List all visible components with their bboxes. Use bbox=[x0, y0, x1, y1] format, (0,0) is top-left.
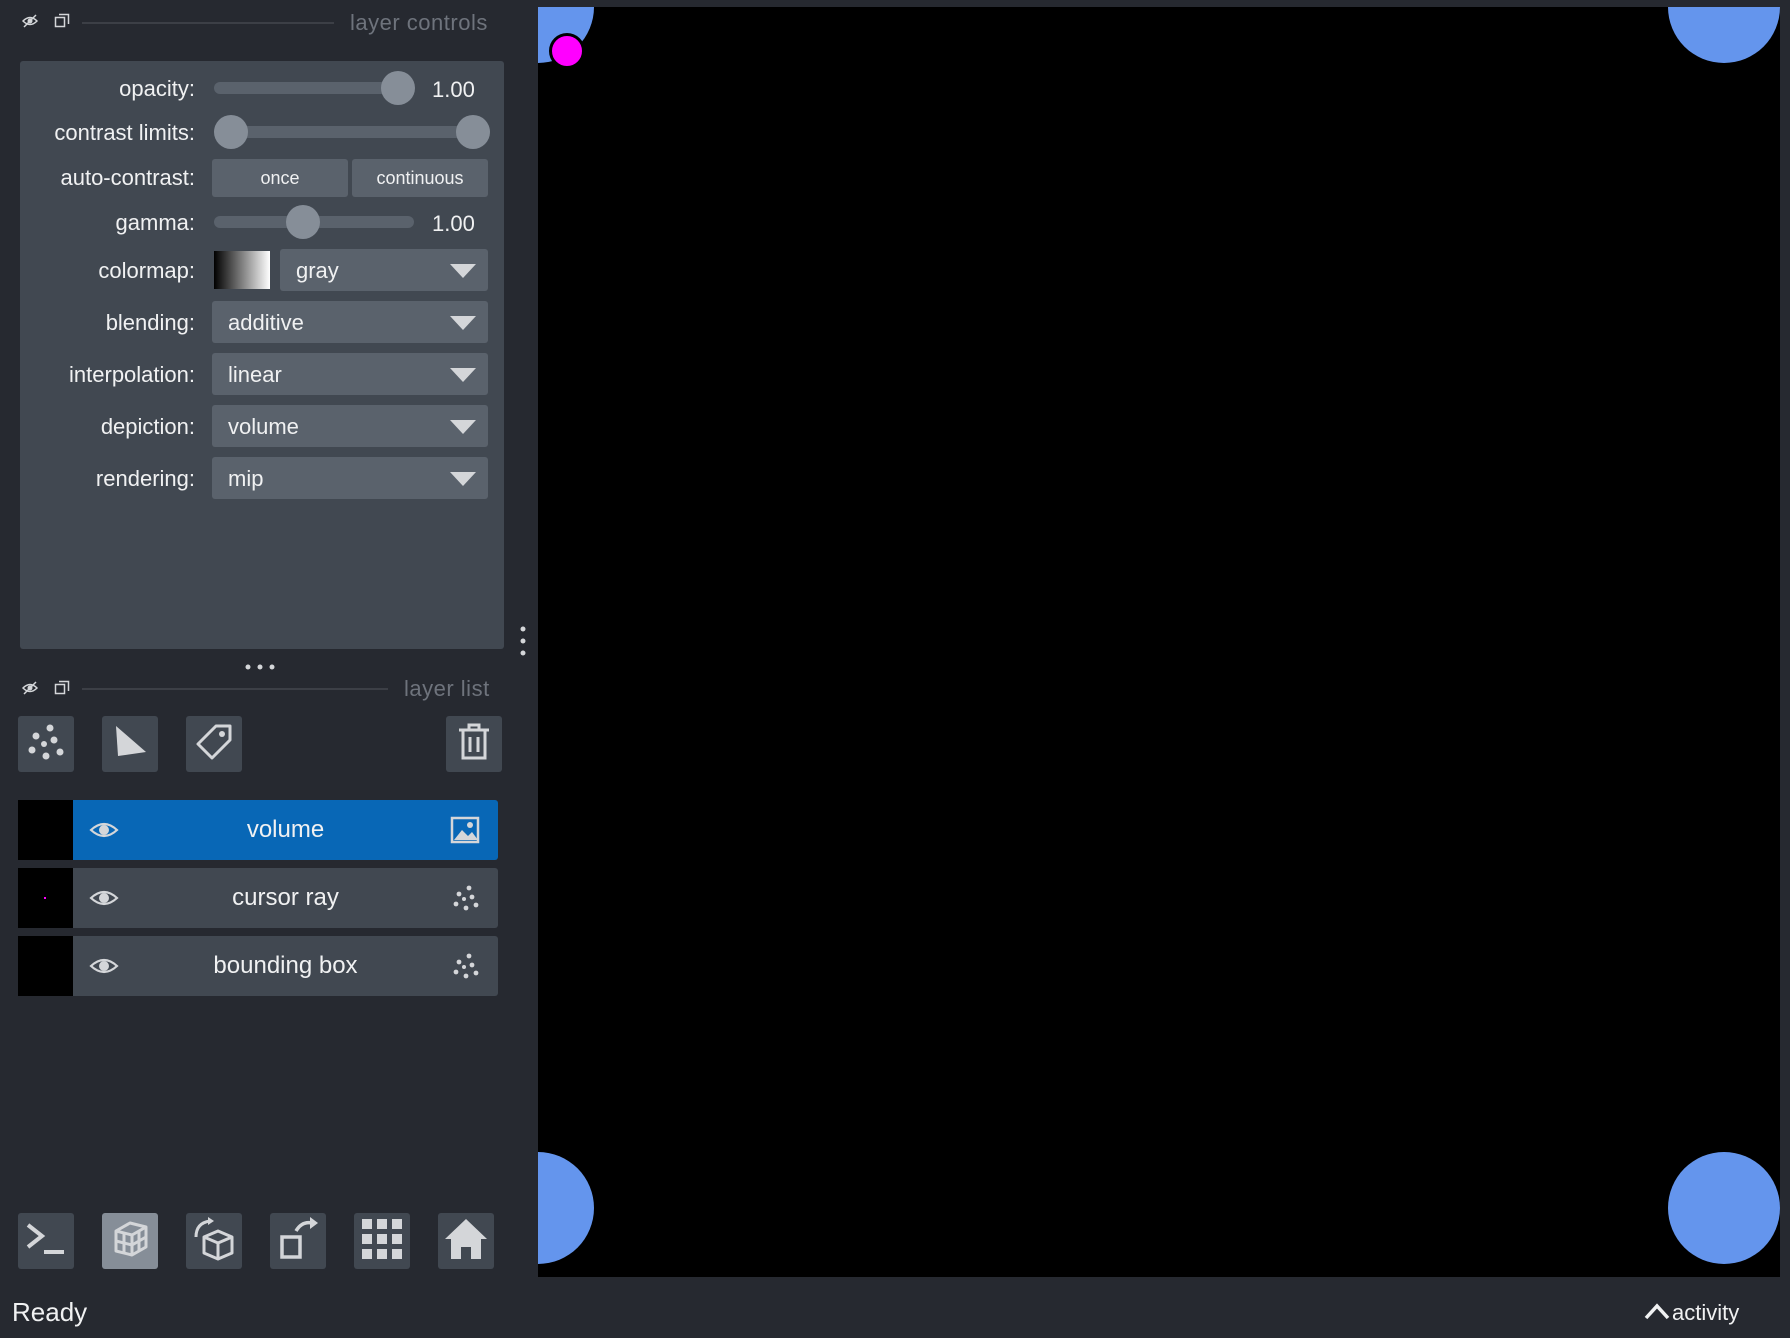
layer-row-bounding-box[interactable]: bounding box bbox=[18, 936, 498, 996]
chevron-down-icon bbox=[450, 264, 476, 278]
layer-row-cursor-ray[interactable]: cursor ray bbox=[18, 868, 498, 928]
bounding-box-corner-point bbox=[1668, 7, 1780, 63]
ndisplay-3d-icon bbox=[108, 1217, 152, 1266]
layer-thumbnail bbox=[18, 868, 73, 928]
layer-list-title: layer list bbox=[404, 676, 490, 701]
console-icon bbox=[24, 1219, 68, 1264]
auto-contrast-continuous-button[interactable]: continuous bbox=[352, 159, 488, 197]
layer-row-volume[interactable]: volume bbox=[18, 800, 498, 860]
status-text: Ready bbox=[12, 1297, 88, 1327]
layer-thumbnail bbox=[18, 800, 73, 860]
gamma-label: gamma: bbox=[115, 210, 195, 235]
console-button[interactable] bbox=[18, 1213, 74, 1269]
new-labels-layer-button[interactable] bbox=[186, 716, 242, 772]
header-divider bbox=[82, 22, 334, 24]
float-panel-icon[interactable] bbox=[54, 680, 70, 696]
bounding-box-corner-point bbox=[538, 1152, 594, 1264]
delete-layer-icon bbox=[456, 722, 492, 767]
chevron-down-icon bbox=[450, 420, 476, 434]
activity-label: activity bbox=[1672, 1300, 1740, 1325]
header-divider bbox=[82, 688, 388, 690]
depiction-combobox[interactable]: volume bbox=[212, 405, 488, 447]
colormap-value: gray bbox=[296, 258, 339, 283]
visibility-toggle-icon[interactable] bbox=[21, 680, 39, 696]
new-shapes-layer-icon bbox=[110, 722, 150, 767]
points-icon bbox=[452, 884, 480, 917]
horizontal-splitter-handle[interactable] bbox=[519, 625, 527, 662]
rendering-value: mip bbox=[228, 466, 264, 491]
home-icon bbox=[443, 1217, 489, 1266]
points-icon bbox=[452, 952, 480, 985]
image-icon bbox=[450, 816, 480, 849]
toggle-ndisplay-button[interactable] bbox=[102, 1213, 158, 1269]
gamma-slider-handle[interactable] bbox=[286, 205, 320, 239]
contrast-low-handle[interactable] bbox=[214, 115, 248, 149]
gamma-value: 1.00 bbox=[432, 211, 475, 236]
layer-controls-title: layer controls bbox=[350, 10, 488, 35]
activity-toggle[interactable]: activity bbox=[1644, 1300, 1739, 1326]
chevron-down-icon bbox=[450, 472, 476, 486]
opacity-label: opacity: bbox=[119, 76, 195, 101]
rendering-label: rendering: bbox=[95, 466, 195, 491]
layer-name[interactable]: volume bbox=[73, 816, 498, 844]
delete-layer-button[interactable] bbox=[446, 716, 502, 772]
layer-name[interactable]: cursor ray bbox=[73, 884, 498, 912]
new-points-layer-button[interactable] bbox=[18, 716, 74, 772]
roll-dims-icon bbox=[190, 1215, 238, 1268]
blending-combobox[interactable]: additive bbox=[212, 301, 488, 343]
transpose-dimensions-button[interactable] bbox=[270, 1213, 326, 1269]
chevron-down-icon bbox=[450, 368, 476, 382]
viewer-canvas[interactable] bbox=[538, 7, 1780, 1277]
new-points-layer-icon bbox=[26, 722, 66, 767]
vertical-splitter-handle[interactable] bbox=[244, 658, 276, 676]
layer-controls-panel: opacity: 1.00 contrast limits: auto-cont… bbox=[20, 61, 504, 649]
grid-view-icon bbox=[360, 1217, 404, 1266]
colormap-combobox[interactable]: gray bbox=[280, 249, 488, 291]
depiction-value: volume bbox=[228, 414, 299, 439]
contrast-high-handle[interactable] bbox=[456, 115, 490, 149]
float-panel-icon[interactable] bbox=[54, 13, 70, 29]
transpose-dims-icon bbox=[274, 1215, 322, 1268]
blending-value: additive bbox=[228, 310, 304, 335]
opacity-value: 1.00 bbox=[432, 77, 475, 102]
bounding-box-corner-point bbox=[1668, 1152, 1780, 1264]
colormap-label: colormap: bbox=[98, 258, 195, 283]
layer-thumbnail bbox=[18, 936, 73, 996]
roll-dimensions-button[interactable] bbox=[186, 1213, 242, 1269]
interpolation-combobox[interactable]: linear bbox=[212, 353, 488, 395]
rendering-combobox[interactable]: mip bbox=[212, 457, 488, 499]
chevron-up-icon bbox=[1644, 1300, 1670, 1326]
interpolation-label: interpolation: bbox=[69, 362, 195, 387]
blending-label: blending: bbox=[105, 310, 195, 335]
grid-view-button[interactable] bbox=[354, 1213, 410, 1269]
home-button[interactable] bbox=[438, 1213, 494, 1269]
depiction-label: depiction: bbox=[100, 414, 195, 439]
auto-contrast-label: auto-contrast: bbox=[60, 165, 195, 190]
new-shapes-layer-button[interactable] bbox=[102, 716, 158, 772]
chevron-down-icon bbox=[450, 316, 476, 330]
layer-name[interactable]: bounding box bbox=[73, 952, 498, 980]
auto-contrast-once-button[interactable]: once bbox=[212, 159, 348, 197]
interpolation-value: linear bbox=[228, 362, 282, 387]
colormap-preview bbox=[214, 251, 270, 289]
opacity-slider-handle[interactable] bbox=[381, 71, 415, 105]
visibility-toggle-icon[interactable] bbox=[21, 13, 39, 29]
new-labels-layer-icon bbox=[194, 722, 234, 767]
cursor-ray-point bbox=[549, 33, 585, 69]
contrast-limits-label: contrast limits: bbox=[54, 120, 195, 145]
